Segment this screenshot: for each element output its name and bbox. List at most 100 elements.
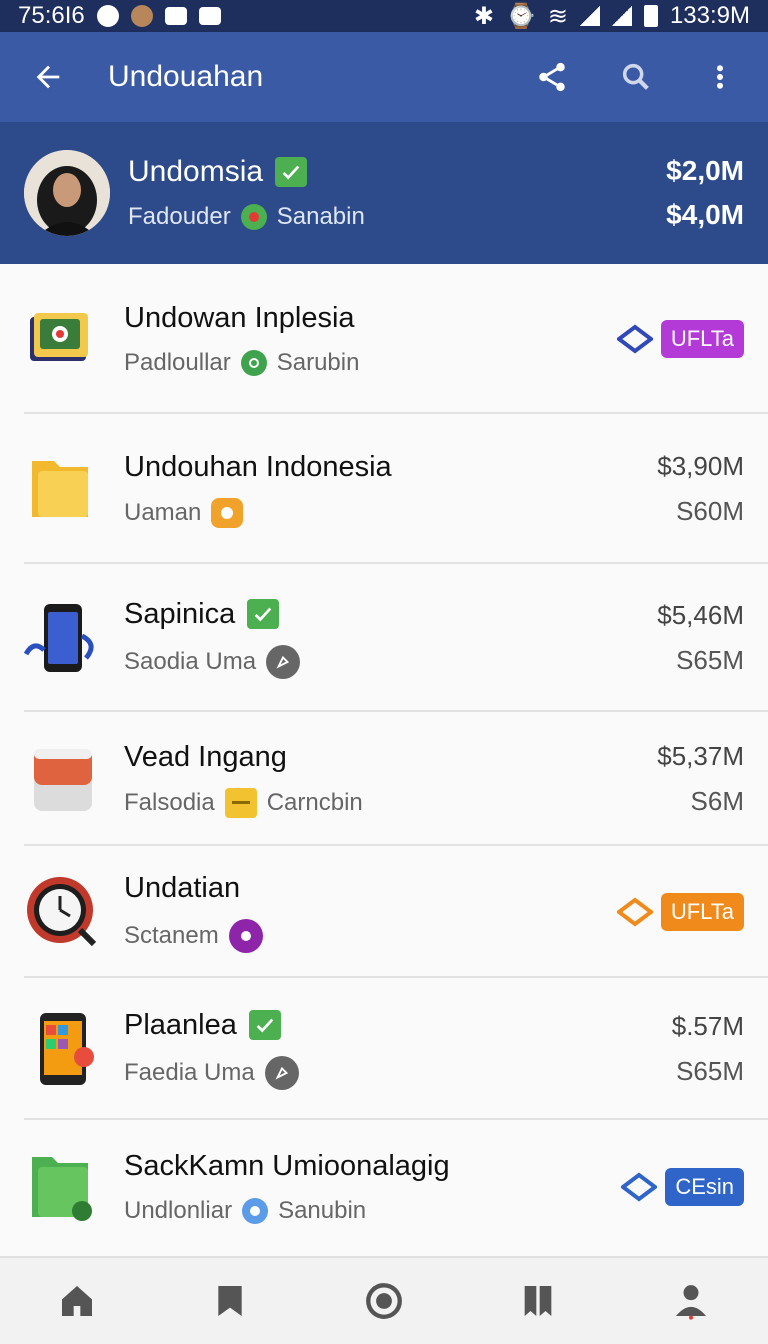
check-icon <box>248 1010 281 1040</box>
bookmark-icon <box>218 1286 243 1316</box>
search-button[interactable] <box>612 53 660 101</box>
share-button[interactable] <box>528 53 576 101</box>
list-item[interactable]: Vead Ingang Falsodia Carncbin $5,37M S6M <box>0 712 768 846</box>
item-tag[interactable]: UFLTa <box>616 893 744 931</box>
books-icon <box>24 301 100 377</box>
tag-label: CEsin <box>665 1168 744 1206</box>
location-pin-icon <box>228 918 263 953</box>
list-item-subtitle: Falsodia Carncbin <box>124 787 363 818</box>
clock-icon <box>242 1197 269 1224</box>
list-item[interactable]: Undatian Sctanem UFLTa <box>0 846 768 978</box>
list-item-text: Undouhan Indonesia Uaman <box>124 451 657 528</box>
back-button[interactable] <box>24 53 72 101</box>
dot-icon <box>130 5 153 27</box>
list-item-text: Plaanlea Faedia Uma <box>124 1009 672 1090</box>
list-item-title: Vead Ingang <box>124 740 287 773</box>
status-bar: 75:6I6 ✱ ⌚ ≋ 133:9M <box>0 0 768 32</box>
status-right-text: 133:9M <box>669 2 750 29</box>
battery-icon <box>643 5 658 27</box>
item-values: $.57M S65M <box>672 1011 744 1087</box>
list-item-title-row: Sapinica <box>124 598 657 631</box>
tag-arrow-icon <box>616 897 653 927</box>
profile-sub-row: Fadouder Sanabin <box>128 203 666 231</box>
item-value-1: $5,37M <box>657 741 744 771</box>
book-icon <box>524 1286 551 1316</box>
tag-arrow-icon <box>621 1172 658 1202</box>
compass-icon <box>264 1055 299 1090</box>
list-item-subtitle: Saodia Uma <box>124 644 657 679</box>
list-item[interactable]: Undowan Inplesia Padloullar Sarubin UFLT… <box>0 264 768 414</box>
green-folder-icon <box>24 1149 100 1225</box>
profile-name: Undomsia <box>128 155 264 188</box>
profile-header[interactable]: Undomsia Fadouder Sanabin $2,0M $4,0M <box>0 122 768 264</box>
app-title: Undouahan <box>108 60 264 93</box>
list-item-title: Sapinica <box>124 597 236 630</box>
nav-record[interactable] <box>354 1271 414 1331</box>
moon-icon <box>211 497 244 528</box>
list-item-title-row: Plaanlea <box>124 1009 672 1042</box>
profile-name-row: Undomsia <box>128 155 666 189</box>
profile-value-1: $2,0M <box>666 155 744 186</box>
list-item[interactable]: Undouhan Indonesia Uaman $3,90M S60M <box>0 414 768 564</box>
profile-values: $2,0M $4,0M <box>666 155 744 231</box>
signal-icon-2 <box>611 6 632 26</box>
record-icon <box>366 1283 402 1319</box>
item-value-1: $3,90M <box>657 451 744 481</box>
profile-sub-right: Sanabin <box>276 203 365 230</box>
alarm-icon: ⌚ <box>505 2 536 30</box>
list-item[interactable]: SackKamn Umioonalagig Undlonliar Sanubin… <box>0 1120 768 1254</box>
list-item-subtitle: Sctanem <box>124 918 617 953</box>
item-tag[interactable]: CEsin <box>621 1168 744 1206</box>
share-icon <box>539 62 565 92</box>
status-left: 75:6I6 <box>18 2 221 30</box>
back-arrow-icon <box>36 65 60 89</box>
bluetooth-icon: ✱ <box>473 2 494 30</box>
chat-icon <box>198 7 221 25</box>
nav-bookmark[interactable] <box>200 1271 260 1331</box>
list-item-subtitle: Faedia Uma <box>124 1055 672 1090</box>
home-icon <box>61 1286 92 1316</box>
item-tag[interactable]: UFLTa <box>616 320 744 358</box>
list-item[interactable]: Plaanlea Faedia Uma $.57M S65M <box>0 978 768 1120</box>
jar-icon <box>24 741 100 817</box>
tag-label: UFLTa <box>660 893 744 931</box>
list-item-title: Undouhan Indonesia <box>124 450 392 483</box>
item-value-2: S60M <box>676 496 744 526</box>
item-values: $3,90M S60M <box>657 451 744 527</box>
list-item-text: Undowan Inplesia Padloullar Sarubin <box>124 302 617 377</box>
phone-icon <box>24 600 100 676</box>
wifi-icon: ≋ <box>547 2 568 30</box>
profile-info: Undomsia Fadouder Sanabin <box>128 155 666 231</box>
avatar <box>24 150 110 236</box>
nav-profile[interactable] <box>661 1271 721 1331</box>
smartphone-apps-icon <box>24 1011 100 1087</box>
list-item-text: Undatian Sctanem <box>124 872 617 953</box>
item-value-2: S6M <box>690 786 744 816</box>
bottom-nav <box>0 1256 768 1344</box>
list-item-text: Vead Ingang Falsodia Carncbin <box>124 741 657 818</box>
message-icon <box>164 7 187 25</box>
folder-icon <box>24 451 100 527</box>
app-bar: Undouahan <box>0 32 768 122</box>
more-button[interactable] <box>696 53 744 101</box>
list-item-subtitle: Undlonliar Sanubin <box>124 1196 367 1224</box>
list-item-title: Plaanlea <box>124 1008 237 1041</box>
list-item[interactable]: Sapinica Saodia Uma $5,46M S65M <box>0 564 768 712</box>
list-item-title: Undowan Inplesia <box>124 301 355 334</box>
item-value-2: S65M <box>676 1056 744 1086</box>
compass-icon <box>266 644 301 679</box>
clock-gear-icon <box>24 874 100 950</box>
nav-home[interactable] <box>47 1271 107 1331</box>
item-values: $5,46M S65M <box>657 600 744 676</box>
app-actions <box>528 53 744 101</box>
tag-label: UFLTa <box>660 320 744 358</box>
list-item-subtitle: Uaman <box>124 497 657 528</box>
check-icon <box>275 157 308 187</box>
profile-value-2: $4,0M <box>666 199 744 230</box>
app-list: Undowan Inplesia Padloullar Sarubin UFLT… <box>0 264 768 1256</box>
list-item-text: SackKamn Umioonalagig Undlonliar Sanubin <box>124 1150 621 1225</box>
location-icon <box>240 204 267 230</box>
nav-book[interactable] <box>508 1271 568 1331</box>
tag-arrow-icon <box>616 324 653 354</box>
search-icon <box>622 63 649 90</box>
